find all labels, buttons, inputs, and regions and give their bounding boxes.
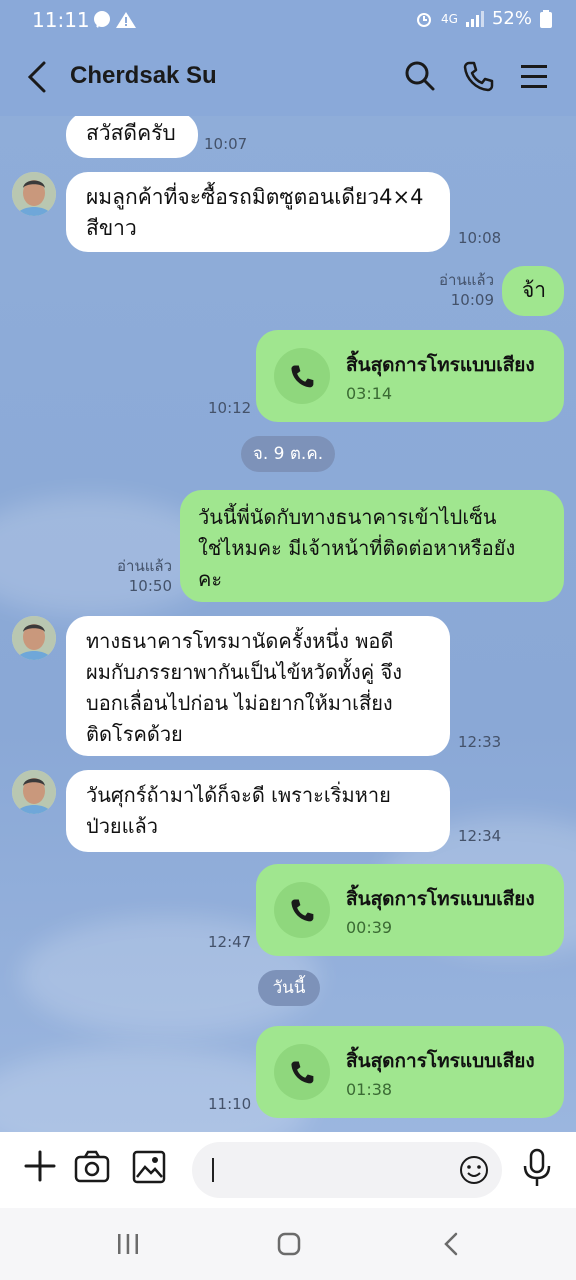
menu-icon[interactable] [520, 60, 548, 92]
avatar-image [12, 172, 56, 216]
contact-avatar[interactable] [12, 770, 56, 814]
read-receipt: อ่านแล้ว 10:50 [117, 557, 172, 595]
date-divider: วันนี้ [258, 970, 320, 1006]
message-text: สวัสดีครับ [86, 121, 176, 145]
message-input-bar [0, 1132, 576, 1208]
contact-name[interactable]: Cherdsak Su [70, 62, 217, 90]
plus-icon[interactable] [24, 1150, 56, 1182]
notification-icons [92, 10, 138, 34]
call-ended-card[interactable]: สิ้นสุดการโทรแบบเสียง 03:14 [256, 330, 564, 422]
incoming-message[interactable]: ทางธนาคารโทรมานัดครั้งหนึ่ง พอดี ผมกับภร… [66, 616, 450, 756]
image-icon[interactable] [132, 1150, 166, 1184]
message-line: ทางธนาคารโทรมานัดครั้งหนึ่ง พอดี [86, 629, 394, 653]
back-icon[interactable] [440, 1232, 464, 1256]
incoming-message[interactable]: วันศุกร์ถ้ามาได้ก็จะดี เพราะเริ่มหาย ป่ว… [66, 770, 450, 852]
search-icon[interactable] [404, 60, 436, 92]
phone-call-icon[interactable] [462, 60, 494, 92]
camera-icon[interactable] [74, 1150, 110, 1184]
call-duration: 03:14 [346, 384, 393, 403]
message-line: ผมกับภรรยาพากันเป็นไข้หวัดทั้งคู่ จึง [86, 660, 403, 684]
incoming-message[interactable]: ผมลูกค้าที่จะซื้อรถมิตซูตอนเดียว4×4 สีขา… [66, 172, 450, 252]
outgoing-message[interactable]: จ้า [502, 266, 564, 316]
home-icon[interactable] [277, 1232, 301, 1256]
signal-icon [465, 10, 484, 27]
message-line: วันนี้พี่นัดกับทางธนาคารเข้าไปเซ็น [198, 505, 497, 529]
chat-notification-icon [94, 11, 136, 28]
call-title: สิ้นสุดการโทรแบบเสียง [346, 888, 535, 910]
status-time: 11:11 [32, 8, 90, 32]
battery-icon [540, 9, 552, 28]
status-bar: 11:11 4G 52% [0, 0, 576, 40]
recent-apps-icon[interactable] [116, 1232, 140, 1256]
chat-area[interactable]: สวัสดีครับ 10:07 ผมลูกค้าที่จะซื้อรถมิตซ… [0, 116, 576, 1132]
message-line: คะ [198, 567, 223, 591]
message-time: 12:33 [458, 733, 502, 751]
call-ended-card[interactable]: สิ้นสุดการโทรแบบเสียง 00:39 [256, 864, 564, 956]
message-time: 11:10 [208, 1095, 252, 1113]
message-line: วันศุกร์ถ้ามาได้ก็จะดี เพราะเริ่มหาย [86, 783, 391, 807]
alarm-icon [417, 12, 432, 27]
message-text: จ้า [522, 278, 547, 302]
microphone-icon[interactable] [522, 1148, 552, 1188]
phone-icon [274, 1044, 330, 1100]
phone-icon [274, 348, 330, 404]
message-time: 10:12 [208, 399, 252, 417]
message-time: 10:07 [204, 135, 248, 153]
battery-percent: 52% [491, 8, 532, 29]
call-ended-card[interactable]: สิ้นสุดการโทรแบบเสียง 01:38 [256, 1026, 564, 1118]
chat-header: Cherdsak Su [0, 40, 576, 116]
contact-avatar[interactable] [12, 172, 56, 216]
call-duration: 00:39 [346, 918, 393, 937]
message-time: 12:34 [458, 827, 502, 845]
date-divider: จ. 9 ต.ค. [241, 436, 335, 472]
message-line: ใช่ไหมคะ มีเจ้าหน้าที่ติดต่อหาหรือยัง [198, 536, 516, 560]
system-nav-bar [0, 1208, 576, 1280]
contact-avatar[interactable] [12, 616, 56, 660]
message-line: สีขาว [86, 216, 137, 240]
back-arrow-icon[interactable] [26, 60, 48, 94]
network-type: 4G [441, 11, 458, 26]
message-input[interactable] [192, 1142, 502, 1198]
message-line: ติดโรคด้วย [86, 722, 183, 746]
message-time: 10:08 [458, 229, 502, 247]
emoji-icon[interactable] [458, 1154, 490, 1186]
message-line: บอกเลื่อนไปก่อน ไม่อยากให้มาเสี่ยง [86, 691, 393, 715]
call-title: สิ้นสุดการโทรแบบเสียง [346, 354, 535, 376]
text-cursor [212, 1158, 214, 1182]
read-receipt: อ่านแล้ว 10:09 [439, 271, 494, 309]
phone-icon [274, 882, 330, 938]
call-duration: 01:38 [346, 1080, 393, 1099]
incoming-message[interactable]: สวัสดีครับ [66, 116, 198, 158]
message-line: ผมลูกค้าที่จะซื้อรถมิตซูตอนเดียว4×4 [86, 185, 424, 209]
outgoing-message[interactable]: วันนี้พี่นัดกับทางธนาคารเข้าไปเซ็น ใช่ไห… [180, 490, 564, 602]
call-title: สิ้นสุดการโทรแบบเสียง [346, 1050, 535, 1072]
message-line: ป่วยแล้ว [86, 814, 159, 838]
message-time: 12:47 [208, 933, 252, 951]
